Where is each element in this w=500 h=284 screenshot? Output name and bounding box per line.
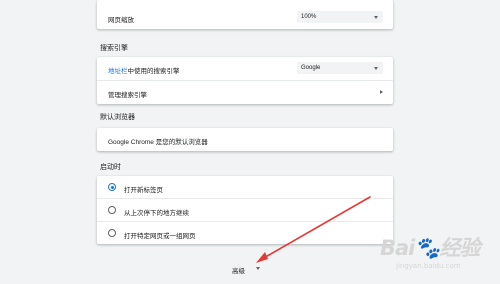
watermark-logo: Bai🐾经验 [380,236,481,260]
baidu-watermark: Bai🐾经验 jingyan.baidu.com [380,228,495,278]
watermark-url: jingyan.baidu.com [396,262,461,270]
